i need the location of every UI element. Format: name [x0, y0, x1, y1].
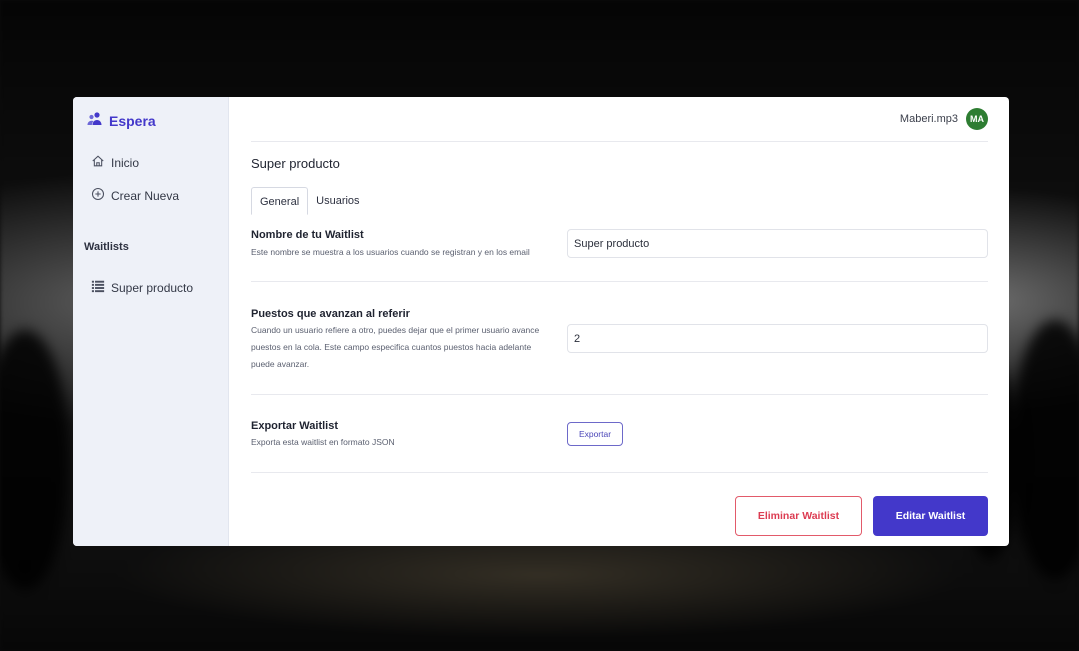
divider: [251, 472, 988, 473]
divider: [251, 281, 988, 282]
sidebar-item-label: Crear Nueva: [111, 188, 180, 203]
sidebar-item-label: Inicio: [111, 155, 140, 170]
waitlists-section-label: Waitlists: [84, 241, 129, 253]
edit-waitlist-button[interactable]: Editar Waitlist: [873, 496, 988, 536]
home-icon: [91, 154, 105, 171]
main-content: Maberi.mp3 MA Super producto General Usu…: [229, 97, 1009, 546]
sidebar: Espera Inicio Crear Nueva Waitlists Supe…: [73, 97, 229, 546]
delete-waitlist-button[interactable]: Eliminar Waitlist: [735, 496, 862, 536]
export-button[interactable]: Exportar: [567, 422, 623, 446]
page-title: Super producto: [251, 156, 340, 171]
tab-general[interactable]: General: [251, 187, 309, 215]
brand-logo[interactable]: Espera: [87, 111, 156, 130]
username[interactable]: Maberi.mp3: [900, 113, 958, 125]
sidebar-item-super-producto[interactable]: Super producto: [91, 279, 193, 296]
sidebar-item-inicio[interactable]: Inicio: [91, 154, 139, 171]
plus-circle-icon: [91, 187, 105, 204]
app-window: Espera Inicio Crear Nueva Waitlists Supe…: [73, 97, 1009, 546]
background-silhouette: [0, 330, 70, 590]
topbar: Maberi.mp3 MA: [251, 97, 988, 142]
tab-usuarios[interactable]: Usuarios: [308, 187, 367, 215]
referral-positions-description: Cuando un usuario refiere a otro, puedes…: [251, 325, 540, 369]
referral-positions-title: Puestos que avanzan al referir: [251, 308, 410, 320]
avatar[interactable]: MA: [966, 108, 988, 130]
tab-bar: General Usuarios: [251, 187, 368, 215]
brand-name: Espera: [109, 112, 156, 129]
list-icon: [91, 279, 105, 296]
export-waitlist-title: Exportar Waitlist: [251, 420, 338, 432]
sidebar-item-label: Super producto: [111, 280, 194, 295]
people-icon: [87, 111, 103, 130]
waitlist-name-title: Nombre de tu Waitlist: [251, 229, 364, 241]
waitlist-name-description: Este nombre se muestra a los usuarios cu…: [251, 247, 530, 257]
waitlist-name-input[interactable]: [567, 229, 988, 258]
sidebar-item-crear-nueva[interactable]: Crear Nueva: [91, 187, 179, 204]
referral-positions-input[interactable]: [567, 324, 988, 353]
divider: [251, 394, 988, 395]
background-silhouette: [1010, 320, 1079, 580]
export-waitlist-description: Exporta esta waitlist en formato JSON: [251, 437, 395, 447]
